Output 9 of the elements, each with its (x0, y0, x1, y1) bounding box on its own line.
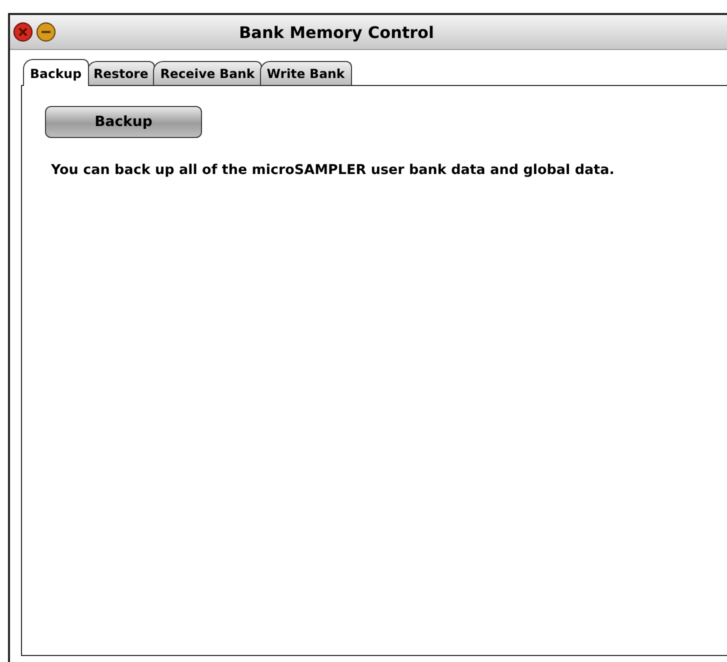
tab[interactable]: Receive Bank (153, 61, 262, 85)
description-text: You can back up all of the microSAMPLER user bank data and global data. (51, 162, 616, 178)
window-title: Bank Memory Control (238, 22, 436, 42)
tab[interactable]: Backup (23, 59, 89, 86)
minimize-icon[interactable] (36, 22, 56, 42)
backup-button[interactable]: Backup (45, 106, 202, 138)
tab[interactable]: Restore (86, 61, 156, 85)
tab[interactable]: Write Bank (260, 61, 352, 85)
close-icon[interactable] (13, 22, 33, 42)
